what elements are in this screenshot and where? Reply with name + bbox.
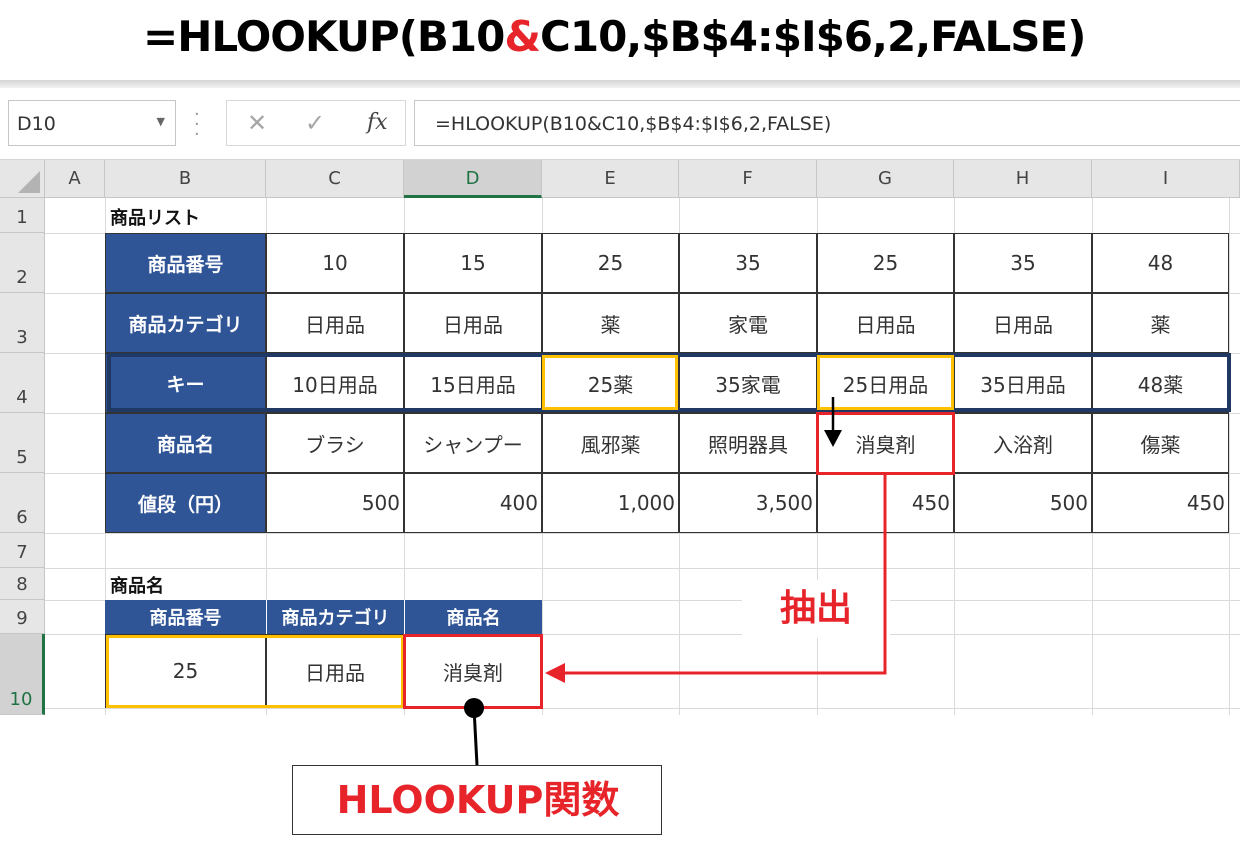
lookup-header-category[interactable]: 商品カテゴリ <box>266 600 404 634</box>
row-header-6[interactable]: 6 <box>0 473 45 533</box>
category-cell[interactable]: 家電 <box>679 293 817 353</box>
category-cell[interactable]: 薬 <box>542 293 679 353</box>
row-header-5[interactable]: 5 <box>0 413 45 473</box>
product-name-cell[interactable]: ブラシ <box>266 413 404 473</box>
product-number-cell[interactable]: 35 <box>679 233 817 293</box>
banner-ampersand: & <box>504 12 541 61</box>
row-label-category[interactable]: 商品カテゴリ <box>105 293 266 353</box>
lookup-header-product-number[interactable]: 商品番号 <box>105 600 266 634</box>
column-header-d[interactable]: D <box>404 160 542 198</box>
row-header-4[interactable]: 4 <box>0 353 45 413</box>
product-number-cell[interactable]: 10 <box>266 233 404 293</box>
key-cell[interactable]: 35家電 <box>679 353 817 413</box>
cancel-icon[interactable]: ✕ <box>247 109 267 137</box>
category-cell[interactable]: 日用品 <box>817 293 954 353</box>
row-header-2[interactable]: 2 <box>0 233 45 293</box>
select-all-button[interactable] <box>0 160 45 198</box>
product-number-cell[interactable]: 25 <box>817 233 954 293</box>
formula-buttons: ✕ ✓ fx <box>226 100 406 146</box>
key-cell[interactable]: 15日用品 <box>404 353 542 413</box>
hlookup-label: HLOOKUP関数 <box>336 778 620 822</box>
key-cell[interactable]: 48薬 <box>1092 353 1229 413</box>
column-header-c[interactable]: C <box>266 160 404 198</box>
product-name-cell[interactable]: 照明器具 <box>679 413 817 473</box>
price-cell[interactable]: 1,000 <box>542 473 679 533</box>
product-number-cell[interactable]: 35 <box>954 233 1092 293</box>
extract-label: 抽出 <box>742 580 890 638</box>
column-header-g[interactable]: G <box>817 160 954 198</box>
product-name-cell[interactable]: 入浴剤 <box>954 413 1092 473</box>
price-cell[interactable]: 450 <box>1092 473 1229 533</box>
row-label-product-number[interactable]: 商品番号 <box>105 233 266 293</box>
category-cell[interactable]: 薬 <box>1092 293 1229 353</box>
lookup-title: 商品名 <box>110 576 164 597</box>
product-name-cell[interactable]: 消臭剤 <box>817 413 954 473</box>
name-box-value: D10 <box>17 113 56 135</box>
price-cell[interactable]: 500 <box>266 473 404 533</box>
key-cell[interactable]: 35日用品 <box>954 353 1092 413</box>
product-number-cell[interactable]: 25 <box>542 233 679 293</box>
row-header-1[interactable]: 1 <box>0 198 45 233</box>
product-name-cell[interactable]: 傷薬 <box>1092 413 1229 473</box>
product-number-cell[interactable]: 15 <box>404 233 542 293</box>
row-header-3[interactable]: 3 <box>0 293 45 353</box>
lookup-category[interactable]: 日用品 <box>266 634 404 708</box>
row-header-8[interactable]: 8 <box>0 568 45 600</box>
key-cell[interactable]: 25薬 <box>542 353 679 413</box>
key-cell[interactable]: 25日用品 <box>817 353 954 413</box>
column-header-b[interactable]: B <box>105 160 266 198</box>
lookup-result-cell[interactable]: 消臭剤 <box>404 634 542 708</box>
row-label-product-name[interactable]: 商品名 <box>105 413 266 473</box>
formula-bar: D10 ▼ · · · ✕ ✓ fx =HLOOKUP(B10&C10,$B$4:$… <box>0 88 1240 160</box>
product-name-cell[interactable]: シャンプー <box>404 413 542 473</box>
formula-banner: =HLOOKUP(B10&C10,$B$4:$I$6,2,FALSE) <box>0 0 1240 82</box>
row-label-key[interactable]: キー <box>105 353 266 413</box>
more-options-icon: · · · <box>194 104 200 145</box>
row-header-10[interactable]: 10 <box>0 634 45 715</box>
column-header-h[interactable]: H <box>954 160 1092 198</box>
chevron-down-icon[interactable]: ▼ <box>157 115 165 128</box>
price-cell[interactable]: 400 <box>404 473 542 533</box>
product-number-cell[interactable]: 48 <box>1092 233 1229 293</box>
insert-function-icon[interactable]: fx <box>367 110 388 135</box>
product-name-cell[interactable]: 風邪薬 <box>542 413 679 473</box>
banner-formula: =HLOOKUP(B10&C10,$B$4:$I$6,2,FALSE) <box>143 12 1086 61</box>
column-header-e[interactable]: E <box>542 160 679 198</box>
enter-icon[interactable]: ✓ <box>305 109 325 137</box>
category-cell[interactable]: 日用品 <box>266 293 404 353</box>
spreadsheet-grid: A B C D E F G H I 1 2 3 4 5 6 7 8 9 10 商… <box>0 160 1240 715</box>
column-header-f[interactable]: F <box>679 160 817 198</box>
price-cell[interactable]: 3,500 <box>679 473 817 533</box>
category-cell[interactable]: 日用品 <box>404 293 542 353</box>
name-box[interactable]: D10 ▼ <box>8 100 176 146</box>
lookup-header-product-name[interactable]: 商品名 <box>404 600 542 634</box>
row-header-7[interactable]: 7 <box>0 533 45 568</box>
hlookup-callout: HLOOKUP関数 <box>292 765 662 835</box>
divider <box>0 80 1240 88</box>
category-cell[interactable]: 日用品 <box>954 293 1092 353</box>
price-cell[interactable]: 450 <box>817 473 954 533</box>
row-header-9[interactable]: 9 <box>0 600 45 634</box>
column-header-a[interactable]: A <box>45 160 105 198</box>
formula-input[interactable]: =HLOOKUP(B10&C10,$B$4:$I$6,2,FALSE) <box>414 100 1240 146</box>
column-header-i[interactable]: I <box>1092 160 1240 198</box>
price-cell[interactable]: 500 <box>954 473 1092 533</box>
product-list-title: 商品リスト <box>110 208 200 229</box>
lookup-product-number[interactable]: 25 <box>105 634 266 708</box>
row-label-price[interactable]: 値段（円） <box>105 473 266 533</box>
formula-text: =HLOOKUP(B10&C10,$B$4:$I$6,2,FALSE) <box>435 113 832 135</box>
key-cell[interactable]: 10日用品 <box>266 353 404 413</box>
pointer-line <box>472 707 479 766</box>
